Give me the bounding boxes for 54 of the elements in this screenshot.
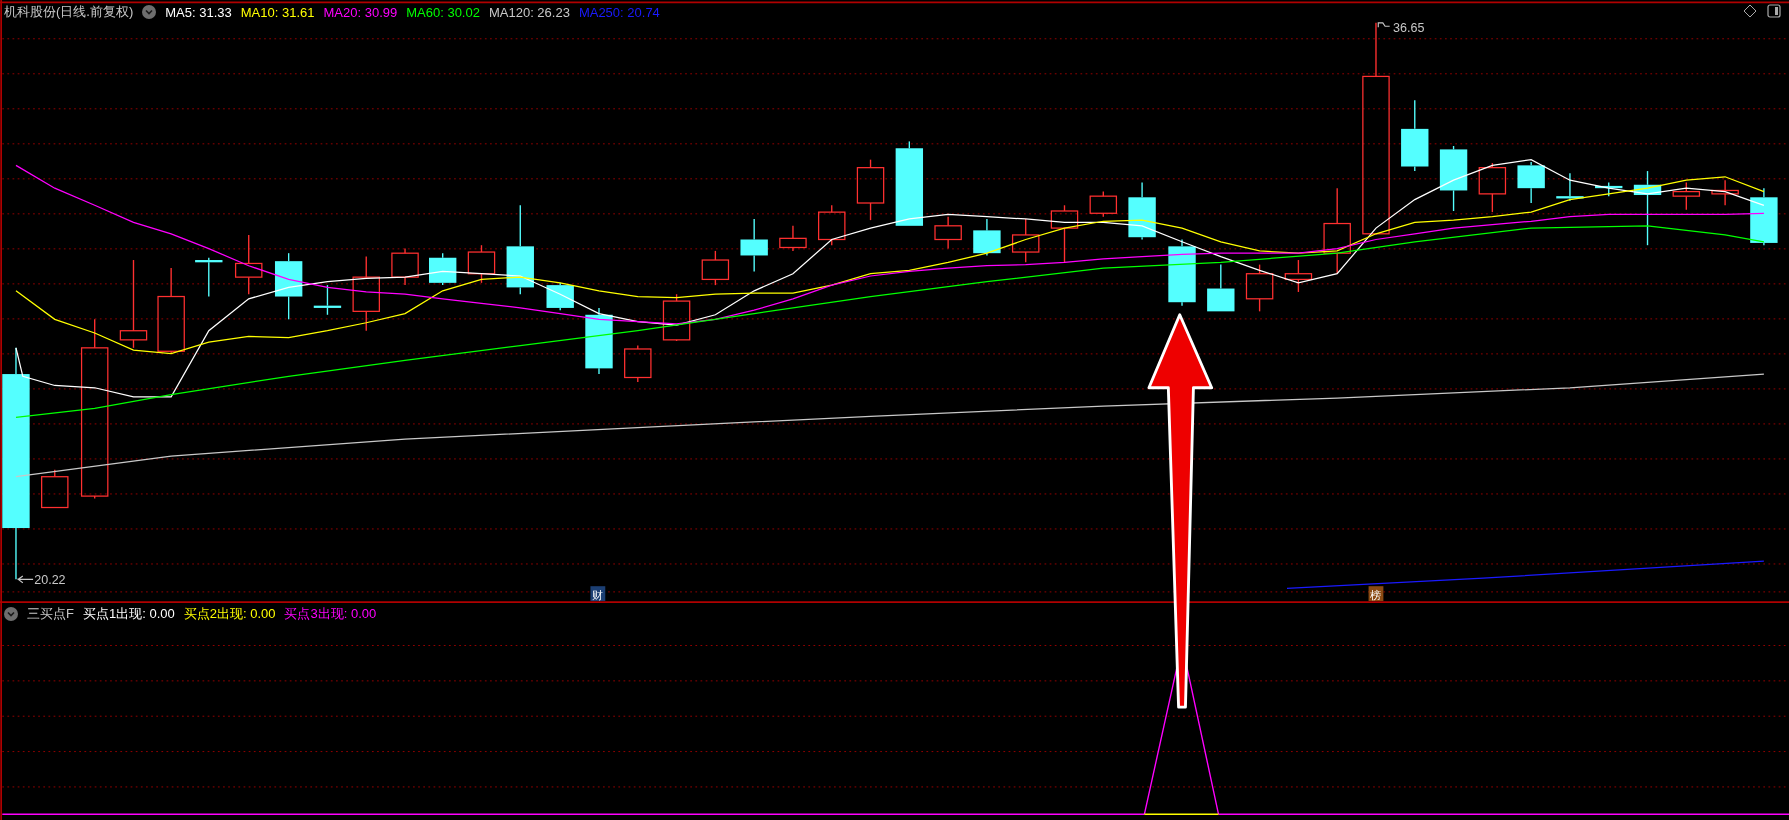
high-price-label: 36.65: [1393, 20, 1425, 35]
legend-item: MA60: 30.02: [406, 4, 480, 20]
legend-item: 买点1出现: 0.00: [82, 605, 175, 623]
indicator-title: 三买点F: [27, 605, 74, 623]
candlestick: [1556, 172, 1584, 202]
legend-item: MA120: 26.23: [488, 4, 570, 20]
candlestick: [779, 225, 807, 252]
legend-item: MA10: 31.61: [240, 4, 315, 20]
event-marker[interactable]: 榜: [1368, 586, 1384, 602]
candlestick: [585, 307, 613, 375]
legend-item: 买点2出现: 0.00: [183, 605, 276, 623]
legend-item: MA20: 30.99: [323, 4, 398, 20]
candlestick: [934, 216, 962, 250]
candlestick: [740, 218, 768, 273]
candlestick: [467, 244, 496, 284]
candlestick: [1050, 204, 1079, 263]
diamond-icon[interactable]: [1743, 4, 1757, 18]
candlestick: [1439, 145, 1468, 212]
event-marker[interactable]: 财: [590, 586, 606, 602]
candlestick: [1595, 181, 1623, 197]
dropdown-icon[interactable]: [4, 607, 18, 621]
candlestick: [701, 250, 730, 286]
candlestick: [1672, 181, 1701, 211]
candlestick: [856, 159, 885, 221]
candlestick: [1750, 187, 1778, 246]
candlestick: [234, 234, 263, 295]
legend-item: MA5: 31.33: [165, 4, 232, 20]
candlestick: [429, 252, 457, 286]
candlestick: [973, 218, 1001, 257]
candlestick: [1245, 263, 1274, 313]
candlestick: [1517, 161, 1545, 204]
candlestick: [1011, 218, 1040, 263]
candlestick: [1478, 162, 1507, 213]
candlestick: [195, 257, 223, 298]
candlestick: [391, 247, 419, 286]
candlestick: [41, 469, 69, 509]
legend-item: 买点3出现: 0.00: [284, 605, 377, 623]
candlestick: [818, 204, 846, 246]
candlestick: [1168, 238, 1196, 307]
candlestick: [1207, 263, 1235, 313]
candlestick: [1128, 181, 1156, 241]
candlestick: [1711, 179, 1739, 206]
candlestick: [662, 293, 691, 342]
candlestick: [1089, 190, 1118, 218]
candlestick: [546, 282, 574, 311]
legend-item: MA250: 20.74: [578, 4, 660, 20]
candlestick: [1284, 259, 1313, 293]
candlestick: [274, 252, 303, 320]
candlestick: [313, 284, 342, 316]
low-price-label: 20.22: [34, 572, 66, 587]
candlestick: [624, 344, 652, 383]
dropdown-icon[interactable]: [142, 5, 157, 19]
panel-toggle-icon[interactable]: [1767, 4, 1781, 18]
chart-title: 机科股份(日线.前复权): [4, 3, 134, 21]
